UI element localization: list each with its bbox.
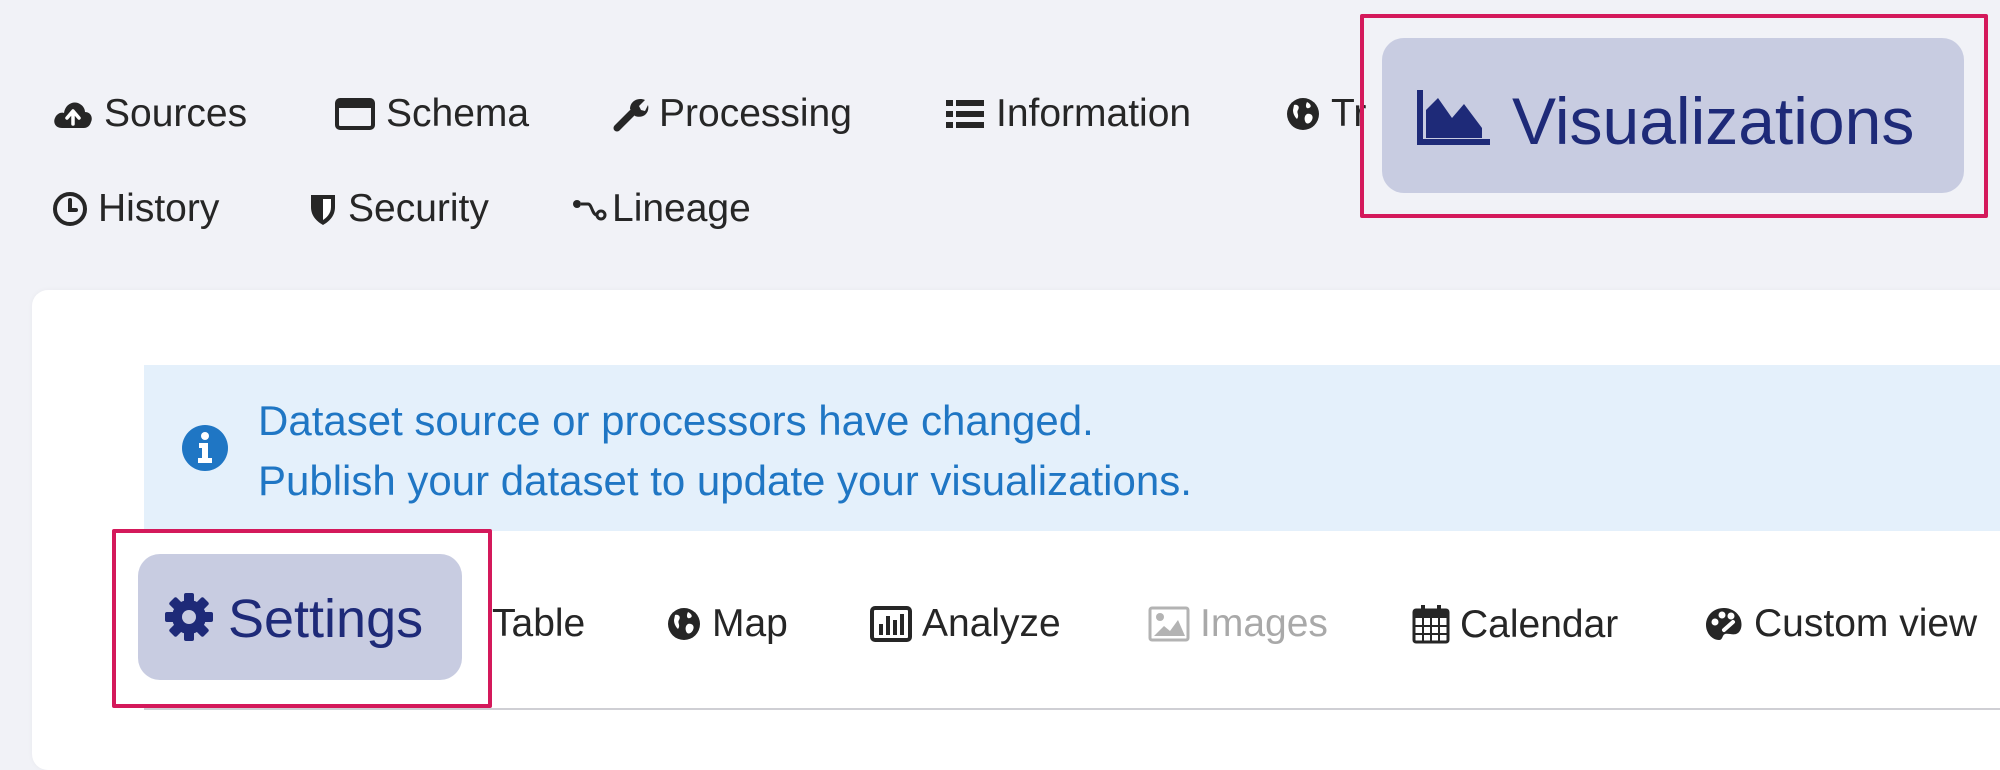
tab-information-label: Information — [996, 92, 1192, 135]
tab-tr[interactable]: Tr — [1285, 94, 1366, 133]
alert-line-1: Dataset source or processors have change… — [258, 397, 1094, 444]
tab-history[interactable]: History — [52, 189, 219, 228]
tab-schema[interactable]: Schema — [334, 94, 529, 133]
window-icon — [335, 97, 375, 130]
bar-chart-icon — [870, 605, 912, 642]
alert-line-2: Publish your dataset to update your visu… — [258, 457, 1192, 504]
tab-custom-view-label: Custom view — [1754, 602, 1978, 645]
wrench-icon — [613, 98, 649, 131]
tab-security[interactable]: Security — [308, 189, 489, 228]
calendar-icon — [1412, 605, 1450, 644]
palette-icon — [1706, 607, 1742, 640]
tab-map[interactable]: Map — [666, 604, 788, 643]
lineage-icon — [573, 199, 607, 220]
tab-calendar[interactable]: Calendar — [1412, 604, 1618, 644]
tab-sources-label: Sources — [104, 92, 248, 135]
tab-calendar-label: Calendar — [1460, 602, 1619, 646]
cloud-upload-icon — [54, 101, 92, 128]
clock-icon — [53, 191, 87, 226]
list-icon — [946, 99, 984, 128]
tab-lineage[interactable]: Lineage — [572, 189, 751, 228]
settings-highlight-box — [112, 529, 492, 708]
tab-analyze[interactable]: Analyze — [870, 604, 1061, 643]
tabs-divider — [144, 708, 2000, 710]
tab-map-label: Map — [712, 602, 788, 645]
tab-custom-view[interactable]: Custom view — [1704, 604, 1977, 643]
visualizations-highlight-box — [1360, 14, 1988, 218]
tab-table[interactable]: Table — [492, 604, 585, 643]
tab-images-label: Images — [1200, 602, 1328, 645]
shield-icon — [311, 194, 335, 225]
image-icon — [1148, 606, 1190, 641]
globe-icon — [668, 607, 700, 640]
tab-information[interactable]: Information — [944, 94, 1191, 133]
tab-sources[interactable]: Sources — [52, 94, 247, 133]
tab-table-label: Table — [492, 602, 586, 645]
info-icon — [182, 425, 228, 471]
tab-security-label: Security — [348, 187, 489, 230]
tab-schema-label: Schema — [386, 92, 530, 135]
alert-banner: Dataset source or processors have change… — [144, 365, 2000, 531]
tab-images[interactable]: Images — [1148, 604, 1328, 643]
tab-history-label: History — [98, 187, 220, 230]
tab-processing[interactable]: Processing — [613, 94, 852, 133]
tab-processing-label: Processing — [659, 92, 852, 135]
tab-analyze-label: Analyze — [922, 602, 1061, 645]
globe-icon — [1287, 97, 1319, 130]
tab-lineage-label: Lineage — [612, 187, 751, 230]
